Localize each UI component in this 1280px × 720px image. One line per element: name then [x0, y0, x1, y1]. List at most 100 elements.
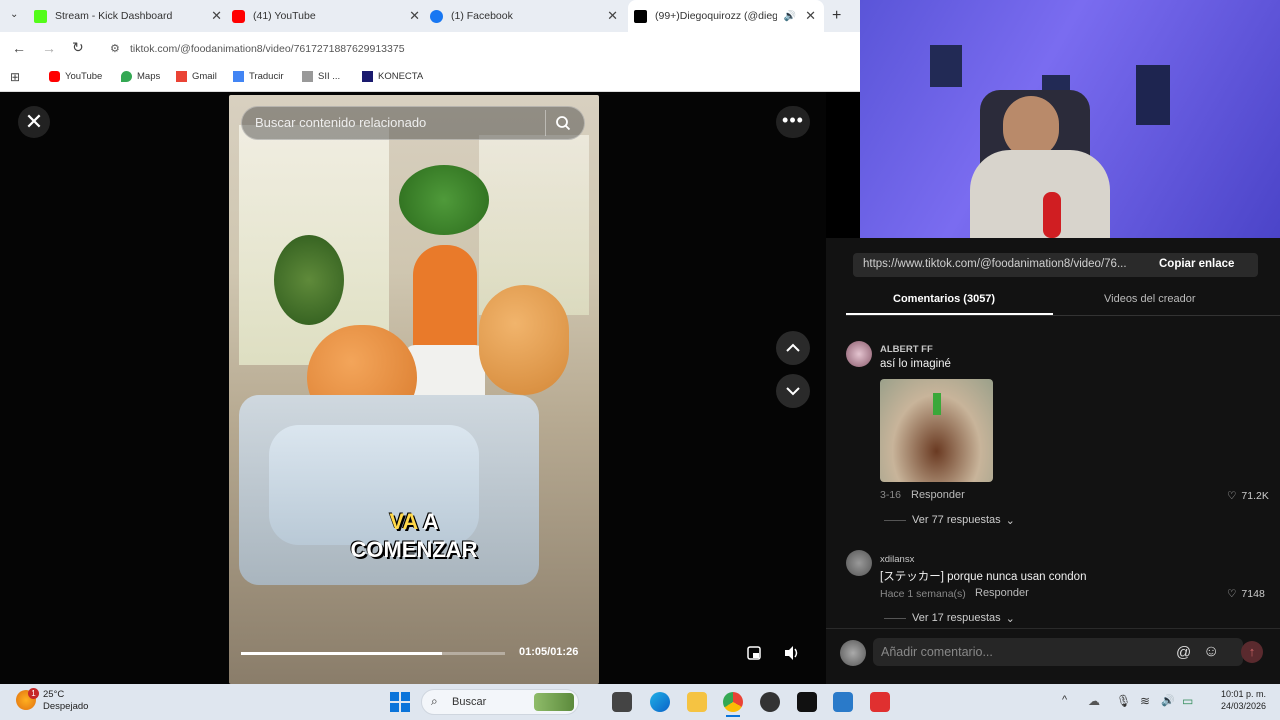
chevron-up-icon — [786, 343, 800, 352]
previous-video-button[interactable] — [776, 331, 810, 365]
share-link-text[interactable]: https://www.tiktok.com/@foodanimation8/v… — [863, 258, 1127, 270]
volume-icon[interactable]: 🔊 — [1161, 694, 1175, 707]
taskbar-search[interactable]: ⌕ Buscar — [421, 689, 579, 715]
start-button[interactable] — [390, 692, 410, 717]
caption-word: COMENZAR — [350, 537, 478, 562]
comment-username[interactable]: ALBERT FF — [880, 344, 933, 355]
comment-sticker-image[interactable] — [880, 379, 993, 482]
forward-icon[interactable]: → — [42, 40, 56, 56]
reload-icon[interactable]: ↻ — [72, 39, 84, 56]
avatar[interactable] — [846, 341, 872, 367]
view-replies-button[interactable]: Ver 17 respuestas ⌄ — [912, 612, 1015, 625]
tab-label: (99+)Diegoquirozz (@diego — [655, 10, 777, 22]
mention-icon[interactable]: @ — [1176, 644, 1191, 661]
bookmark-konecta[interactable]: KONECTA — [362, 71, 423, 82]
close-tab-icon[interactable]: ✕ — [211, 8, 222, 24]
bookmark-label: YouTube — [65, 71, 103, 82]
view-replies-button[interactable]: Ver 77 respuestas ⌄ — [912, 514, 1015, 527]
address-bar[interactable]: ⚙ tiktok.com/@foodanimation8/video/76172… — [104, 38, 824, 60]
caption-word: VA — [389, 509, 418, 534]
translate-icon — [233, 71, 244, 82]
tab-creator-videos[interactable]: Videos del creador — [1104, 293, 1196, 305]
copy-link-button[interactable]: Copiar enlace — [1159, 258, 1234, 270]
next-video-button[interactable] — [776, 374, 810, 408]
tab-label: (1) Facebook — [451, 10, 513, 22]
comment-text: [ステッカー] porque nunca usan condon — [880, 571, 1087, 583]
comment-date: 3-16 — [880, 489, 902, 501]
avatar[interactable] — [846, 550, 872, 576]
bookmark-gmail[interactable]: Gmail — [176, 71, 217, 82]
miniplayer-button[interactable] — [742, 642, 766, 664]
bookmark-sii[interactable]: SII ... — [302, 71, 340, 82]
close-tab-icon[interactable]: ✕ — [607, 8, 618, 24]
file-explorer-icon[interactable] — [687, 692, 707, 712]
close-tab-icon[interactable]: ✕ — [805, 8, 816, 24]
carrot-leaves-illustration — [399, 165, 489, 235]
task-view-icon[interactable] — [612, 692, 632, 712]
back-icon[interactable]: ← — [12, 40, 26, 56]
chevron-down-icon: ⌄ — [1005, 515, 1015, 527]
progress-bar[interactable] — [241, 652, 505, 655]
comment-username[interactable]: xdilansx — [880, 554, 914, 565]
view-replies-label: Ver 17 respuestas — [912, 612, 1001, 624]
video-time: 01:05/01:26 — [519, 646, 579, 658]
volume-button[interactable] — [780, 642, 804, 664]
arrow-up-icon: ↑ — [1248, 644, 1256, 659]
candle-image — [933, 393, 941, 415]
tab-label: Stream - Kick Dashboard — [55, 10, 173, 22]
tab-list-chevron-icon[interactable]: ⌄ — [10, 9, 18, 20]
app-icon[interactable] — [870, 692, 890, 712]
close-tab-icon[interactable]: ✕ — [409, 8, 420, 24]
edge-icon[interactable] — [650, 692, 670, 712]
more-icon: ••• — [782, 110, 804, 130]
bookmark-traducir[interactable]: Traducir — [233, 71, 284, 82]
sii-icon — [302, 71, 313, 82]
send-comment-button[interactable]: ↑ — [1241, 641, 1263, 663]
like-button[interactable]: ♡ 7148 — [1227, 588, 1265, 600]
comment-text: así lo imaginé — [880, 358, 951, 370]
taskbar-search-label: Buscar — [452, 696, 487, 708]
site-info-icon[interactable]: ⚙ — [110, 38, 120, 60]
reply-button[interactable]: Responder — [975, 587, 1029, 599]
heart-icon: ♡ — [1227, 588, 1237, 600]
search-button[interactable] — [545, 110, 579, 136]
speaker-icon[interactable]: 🔊 — [784, 11, 796, 22]
tab-tiktok[interactable]: (99+)Diegoquirozz (@diego 🔊 ✕ — [628, 0, 824, 32]
cloud-icon[interactable]: ☁ — [1088, 694, 1100, 708]
battery-icon[interactable]: ▭ — [1182, 694, 1193, 708]
tab-comments[interactable]: Comentarios (3057) — [893, 293, 995, 305]
webcam-overlay — [860, 0, 1280, 238]
tiktok-app-icon[interactable] — [797, 692, 817, 712]
reply-button[interactable]: Responder — [911, 489, 965, 501]
chevron-up-icon[interactable]: ^ — [1062, 694, 1067, 706]
like-button[interactable]: ♡ 71.2K — [1227, 490, 1269, 502]
video-caption: VA A COMENZAR — [229, 508, 599, 564]
apps-grid-icon[interactable]: ⊞ — [10, 70, 20, 84]
more-options-button[interactable]: ••• — [776, 106, 810, 138]
tab-youtube[interactable]: (41) YouTube ✕ — [232, 0, 428, 32]
youtube-icon — [49, 71, 60, 82]
microphone-image — [1043, 192, 1061, 238]
clock-time[interactable]: 10:01 p. m. — [1210, 689, 1266, 699]
volume-icon — [785, 646, 798, 660]
new-tab-icon[interactable]: + — [832, 7, 841, 25]
bookmark-maps[interactable]: Maps — [121, 71, 160, 82]
chrome-icon[interactable] — [723, 692, 743, 712]
video-player[interactable] — [229, 95, 599, 684]
replies-divider — [884, 520, 906, 521]
emoji-icon[interactable]: ☺ — [1203, 643, 1219, 661]
comment-date: Hace 1 semana(s) — [880, 588, 966, 600]
store-icon[interactable] — [833, 692, 853, 712]
microphone-icon[interactable]: 🎙 — [1116, 694, 1131, 708]
tab-label: (41) YouTube — [253, 10, 316, 22]
wifi-icon[interactable]: ≋ — [1140, 694, 1150, 708]
tab-kick[interactable]: Stream - Kick Dashboard ✕ — [34, 0, 230, 32]
close-video-button[interactable]: ✕ — [18, 106, 50, 138]
tab-facebook[interactable]: (1) Facebook ✕ — [430, 0, 626, 32]
app-icon[interactable] — [760, 692, 780, 712]
visitor-bun-illustration — [479, 285, 569, 395]
bookmark-youtube[interactable]: YouTube — [49, 71, 102, 82]
clock-date[interactable]: 24/03/2026 — [1210, 701, 1266, 711]
related-search-input[interactable]: Buscar contenido relacionado — [241, 106, 585, 140]
bookmark-label: Maps — [137, 71, 161, 82]
